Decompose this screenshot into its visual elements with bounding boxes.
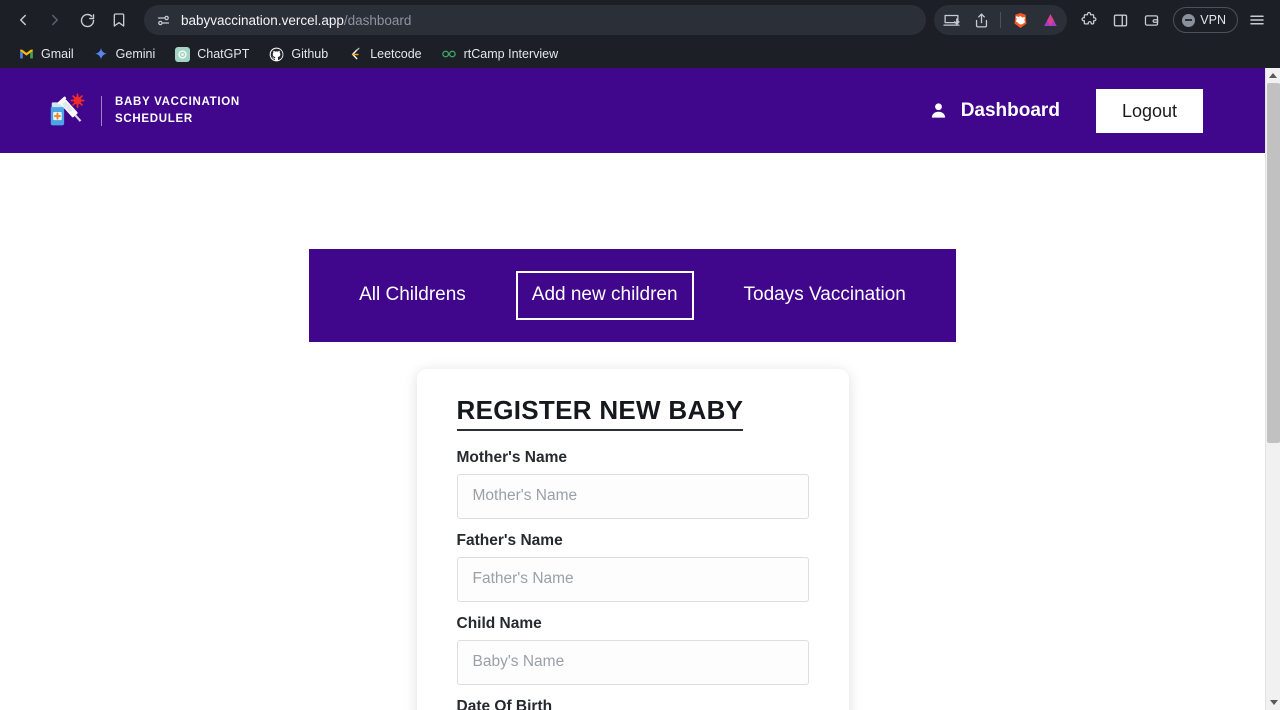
brave-lion-icon bbox=[1014, 12, 1027, 28]
vpn-button[interactable]: VPN bbox=[1173, 7, 1238, 33]
browser-toolbar: babyvaccination.vercel.app/dashboard VPN bbox=[0, 0, 1280, 40]
scrollbar-up-arrow[interactable] bbox=[1266, 68, 1280, 83]
browser-chrome: babyvaccination.vercel.app/dashboard VPN… bbox=[0, 0, 1280, 68]
field-child-name: Child Name bbox=[456, 614, 809, 685]
logout-button[interactable]: Logout bbox=[1095, 88, 1203, 133]
extensions-icon bbox=[1081, 11, 1097, 25]
page-scrollbar[interactable] bbox=[1265, 68, 1280, 710]
bookmark-label: Gmail bbox=[41, 47, 74, 61]
url-host: babyvaccination.vercel.app bbox=[181, 12, 344, 28]
site-header: BABY VACCINATION SCHEDULER Dashboard Log… bbox=[0, 68, 1265, 153]
back-button[interactable] bbox=[8, 5, 38, 35]
mothers-name-input[interactable] bbox=[456, 473, 809, 519]
hamburger-menu-icon bbox=[1250, 15, 1264, 25]
field-date-of-birth: Date Of Birth dd-mm-yyyy bbox=[457, 698, 809, 710]
reload-button[interactable] bbox=[72, 5, 102, 35]
wallet-button[interactable] bbox=[1136, 5, 1166, 35]
vpn-label: VPN bbox=[1200, 13, 1226, 27]
share-button[interactable] bbox=[966, 5, 996, 35]
bookmark-github[interactable]: Github bbox=[260, 43, 336, 65]
toolbar-icon-group bbox=[934, 5, 1068, 35]
nav-dashboard-label: Dashboard bbox=[960, 99, 1060, 121]
site-settings-icon[interactable] bbox=[156, 13, 171, 28]
bookmark-rtcamp[interactable]: rtCamp Interview bbox=[433, 43, 566, 65]
nav-dashboard-link[interactable]: Dashboard bbox=[929, 100, 1060, 122]
chatgpt-icon bbox=[174, 46, 190, 62]
tab-add-new-children[interactable]: Add new children bbox=[515, 271, 694, 320]
brave-rewards-icon bbox=[1043, 13, 1057, 26]
sidebar-icon bbox=[1113, 14, 1127, 26]
bookmark-gmail[interactable]: Gmail bbox=[10, 43, 82, 65]
gmail-icon bbox=[18, 46, 34, 62]
rtcamp-icon bbox=[441, 46, 457, 62]
tab-all-childrens[interactable]: All Childrens bbox=[343, 271, 482, 320]
brave-shields-button[interactable] bbox=[1005, 5, 1035, 35]
wallet-icon bbox=[1144, 14, 1158, 26]
browser-menu-button[interactable] bbox=[1242, 5, 1272, 35]
bookmark-gemini[interactable]: Gemini bbox=[85, 43, 164, 65]
tab-bar: All Childrens Add new children Todays Va… bbox=[309, 249, 956, 342]
bookmark-chatgpt[interactable]: ChatGPT bbox=[166, 43, 257, 65]
child-name-input[interactable] bbox=[456, 639, 809, 685]
bookmark-label: Gemini bbox=[115, 47, 156, 61]
form-card-container: REGISTER NEW BABY Mother's Name Father's… bbox=[0, 368, 1265, 710]
fathers-name-input[interactable] bbox=[456, 556, 809, 602]
toolbar-right-icons: VPN bbox=[934, 5, 1272, 35]
forward-button[interactable] bbox=[40, 5, 70, 35]
user-person-icon bbox=[931, 103, 945, 118]
vaccine-vial-syringe-icon bbox=[50, 92, 85, 125]
address-bar[interactable]: babyvaccination.vercel.app/dashboard bbox=[144, 5, 927, 35]
sidebar-button[interactable] bbox=[1105, 5, 1135, 35]
extensions-button[interactable] bbox=[1074, 5, 1104, 35]
vpn-icon bbox=[1182, 13, 1196, 27]
bookmark-label: ChatGPT bbox=[197, 47, 250, 61]
brand-line-1: BABY VACCINATION bbox=[115, 95, 240, 108]
bookmark-button[interactable] bbox=[104, 5, 134, 35]
leetcode-icon bbox=[347, 46, 363, 62]
gemini-icon bbox=[93, 46, 109, 62]
header-nav: Dashboard Logout bbox=[929, 88, 1203, 133]
chevron-right-icon bbox=[52, 14, 58, 26]
field-mothers-name: Mother's Name bbox=[456, 448, 809, 519]
tab-todays-vaccination[interactable]: Todays Vaccination bbox=[728, 271, 922, 320]
page-viewport: BABY VACCINATION SCHEDULER Dashboard Log… bbox=[0, 68, 1280, 710]
field-label: Date Of Birth bbox=[456, 697, 553, 710]
brave-rewards-button[interactable] bbox=[1035, 5, 1065, 35]
bookmark-icon bbox=[113, 13, 125, 27]
downloads-button[interactable] bbox=[936, 5, 966, 35]
field-fathers-name: Father's Name bbox=[456, 531, 809, 602]
field-label: Father's Name bbox=[456, 531, 563, 549]
bookmark-label: Github bbox=[291, 47, 329, 61]
share-icon bbox=[975, 12, 987, 28]
reload-icon bbox=[80, 13, 94, 27]
web-page: BABY VACCINATION SCHEDULER Dashboard Log… bbox=[0, 68, 1265, 710]
scrollbar-down-arrow[interactable] bbox=[1266, 695, 1280, 710]
bookmark-leetcode[interactable]: Leetcode bbox=[339, 43, 429, 65]
toolbar-divider bbox=[1000, 12, 1002, 28]
bookmarks-bar: Gmail Gemini ChatGPT Github Leetcode rtC… bbox=[0, 40, 1280, 68]
field-label: Child Name bbox=[456, 614, 542, 632]
bookmark-label: rtCamp Interview bbox=[463, 47, 559, 61]
chevron-left-icon bbox=[20, 14, 26, 26]
github-icon bbox=[268, 46, 284, 62]
bookmark-label: Leetcode bbox=[370, 47, 422, 61]
address-bar-url: babyvaccination.vercel.app/dashboard bbox=[181, 13, 411, 28]
downloads-icon bbox=[943, 14, 960, 26]
card-title: REGISTER NEW BABY bbox=[456, 395, 744, 431]
brand-divider bbox=[101, 95, 102, 126]
brand-line-2: SCHEDULER bbox=[115, 112, 193, 125]
field-label: Mother's Name bbox=[456, 448, 568, 466]
brand-name: BABY VACCINATION SCHEDULER bbox=[115, 94, 240, 127]
brand-logo-group[interactable]: BABY VACCINATION SCHEDULER bbox=[46, 90, 240, 132]
register-new-baby-card: REGISTER NEW BABY Mother's Name Father's… bbox=[416, 368, 849, 710]
tabs-container: All Childrens Add new children Todays Va… bbox=[0, 153, 1265, 342]
url-path: /dashboard bbox=[343, 12, 412, 28]
scrollbar-thumb[interactable] bbox=[1267, 83, 1280, 443]
